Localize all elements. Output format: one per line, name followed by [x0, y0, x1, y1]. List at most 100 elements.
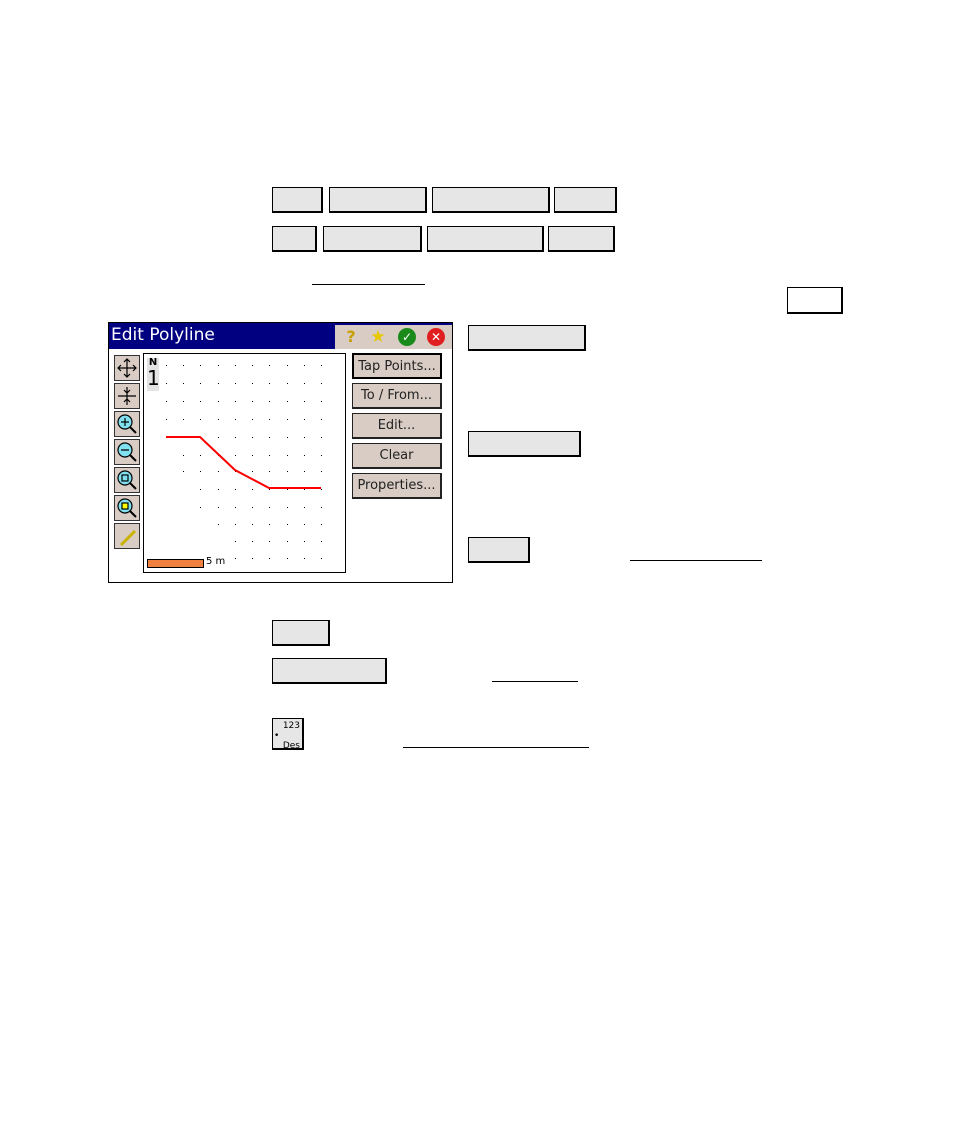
grid-dot — [321, 419, 322, 420]
grid-dot — [218, 437, 219, 438]
underline — [630, 560, 762, 561]
grid-dot — [235, 489, 236, 490]
grid-dot — [218, 471, 219, 472]
scale-label: 5 m — [206, 556, 226, 567]
grid-dot — [269, 558, 270, 559]
grid-dot — [321, 471, 322, 472]
grid-dot — [321, 558, 322, 559]
key-button — [427, 226, 544, 252]
clear-button[interactable]: Clear — [352, 443, 442, 469]
grid-dot — [235, 541, 236, 542]
grid-dot — [235, 419, 236, 420]
grid-dot — [304, 541, 305, 542]
grid-dot — [218, 401, 219, 402]
grid-dot — [166, 401, 167, 402]
des-icon-number: 123 — [282, 721, 300, 731]
edit-polyline-window: Edit Polyline ? ★ ✓ ✕ N 1 5 m Tap Points… — [108, 322, 453, 583]
grid-dot — [252, 419, 253, 420]
grid-dot — [218, 507, 219, 508]
grid-dot — [200, 471, 201, 472]
des-icon-dot: • — [274, 731, 280, 741]
grid-dot — [252, 365, 253, 366]
properties-button[interactable]: Properties... — [352, 473, 442, 499]
to-from-button[interactable]: To / From... — [352, 383, 442, 409]
grid-dot — [218, 524, 219, 525]
grid-dot — [304, 419, 305, 420]
grid-dot — [304, 471, 305, 472]
underline — [312, 284, 425, 285]
grid-dot — [252, 383, 253, 384]
grid-dot — [304, 489, 305, 490]
grid-dot — [321, 383, 322, 384]
grid-dot — [304, 524, 305, 525]
grid-dot — [252, 401, 253, 402]
edit-button[interactable]: Edit... — [352, 413, 442, 439]
grid-dot — [183, 471, 184, 472]
grid-dot — [183, 455, 184, 456]
grid-dot — [321, 401, 322, 402]
grid-dot — [200, 365, 201, 366]
map-view[interactable]: N 1 5 m — [143, 353, 346, 573]
grid-dot — [287, 365, 288, 366]
grid-dot — [287, 437, 288, 438]
grid-dot — [235, 558, 236, 559]
key-button — [468, 325, 586, 351]
grid-dot — [321, 365, 322, 366]
key-button — [468, 537, 530, 563]
grid-dot — [321, 489, 322, 490]
grid-dot — [200, 455, 201, 456]
grid-dot — [269, 507, 270, 508]
grid-dot — [304, 383, 305, 384]
grid-dot — [218, 383, 219, 384]
grid-dot — [287, 455, 288, 456]
key-button — [272, 187, 323, 213]
grid-dot — [252, 524, 253, 525]
key-button — [272, 658, 387, 684]
grid-dot — [287, 401, 288, 402]
grid-dot — [200, 401, 201, 402]
underline — [403, 747, 589, 748]
grid-dot — [183, 401, 184, 402]
grid-dot — [218, 365, 219, 366]
grid-dot — [269, 455, 270, 456]
grid-dot — [304, 401, 305, 402]
grid-dot — [183, 365, 184, 366]
key-button — [323, 226, 422, 252]
des-icon-label: Des — [282, 741, 300, 751]
grid-dot — [287, 507, 288, 508]
grid-dot — [218, 489, 219, 490]
grid-dot — [321, 541, 322, 542]
grid-dot — [287, 471, 288, 472]
grid-dot — [200, 507, 201, 508]
grid-dot — [235, 401, 236, 402]
grid-dot — [304, 507, 305, 508]
key-button — [554, 187, 617, 213]
grid-dot — [304, 437, 305, 438]
grid-dot — [235, 365, 236, 366]
grid-dot — [166, 365, 167, 366]
document-page: 123 • Des Edit Polyline ? ★ ✓ ✕ N 1 5 m … — [0, 0, 954, 1144]
grid-dot — [252, 437, 253, 438]
grid-dot — [269, 365, 270, 366]
grid-dot — [304, 455, 305, 456]
polyline[interactable] — [166, 436, 321, 489]
grid-dot — [252, 541, 253, 542]
key-button — [432, 187, 550, 213]
key-button — [272, 226, 317, 252]
tap-points-button[interactable]: Tap Points... — [352, 353, 442, 379]
grid-dot — [304, 365, 305, 366]
grid-dot — [252, 489, 253, 490]
grid-dot — [321, 437, 322, 438]
grid-dot — [287, 489, 288, 490]
grid-dot — [252, 507, 253, 508]
grid-dot — [269, 419, 270, 420]
grid-dot — [218, 419, 219, 420]
grid-dot — [183, 419, 184, 420]
grid-dot — [269, 541, 270, 542]
grid-dot — [235, 437, 236, 438]
grid-dot — [200, 489, 201, 490]
grid-dot — [183, 383, 184, 384]
grid-dot — [235, 383, 236, 384]
grid-dot — [321, 455, 322, 456]
key-button — [468, 431, 581, 457]
